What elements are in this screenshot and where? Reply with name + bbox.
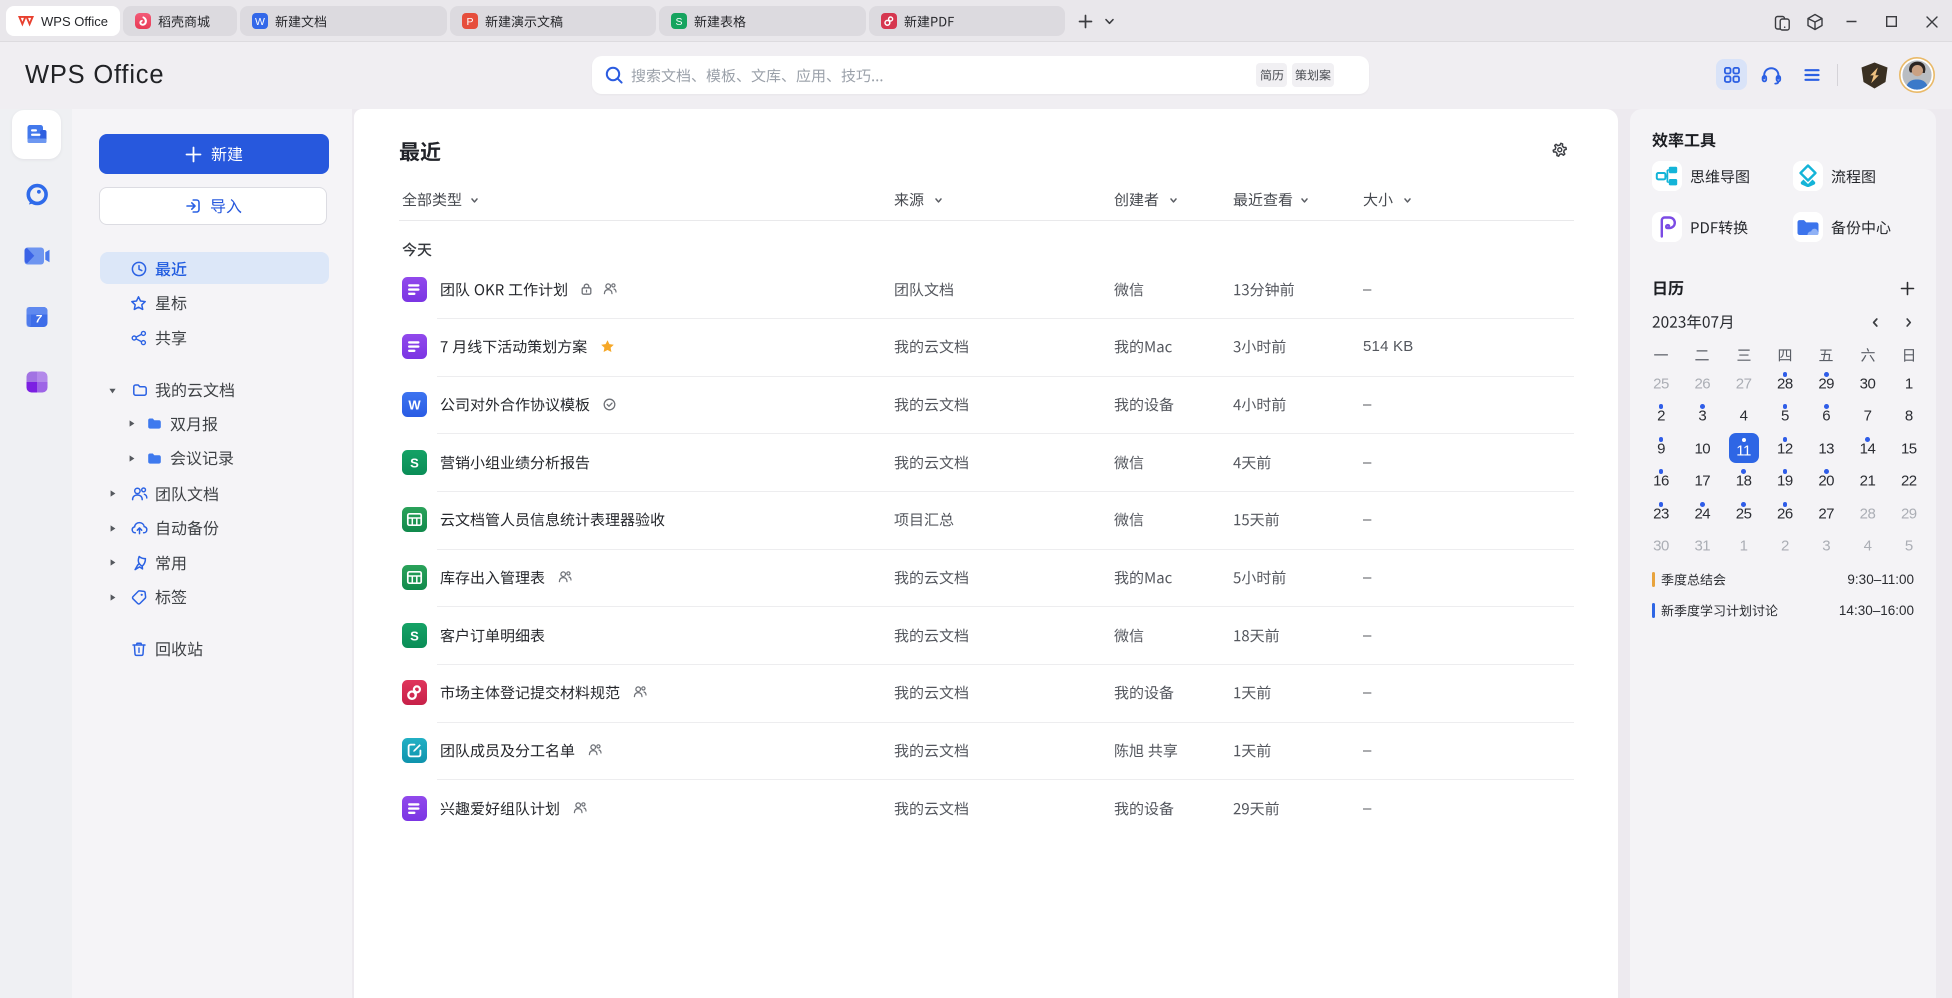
svg-text:W: W — [408, 397, 421, 412]
svg-text:S: S — [675, 16, 682, 28]
svg-text:W: W — [255, 16, 265, 28]
svg-text:P: P — [466, 16, 473, 28]
svg-text:S: S — [410, 455, 419, 470]
svg-text:S: S — [410, 628, 419, 643]
svg-text:7: 7 — [35, 313, 42, 325]
